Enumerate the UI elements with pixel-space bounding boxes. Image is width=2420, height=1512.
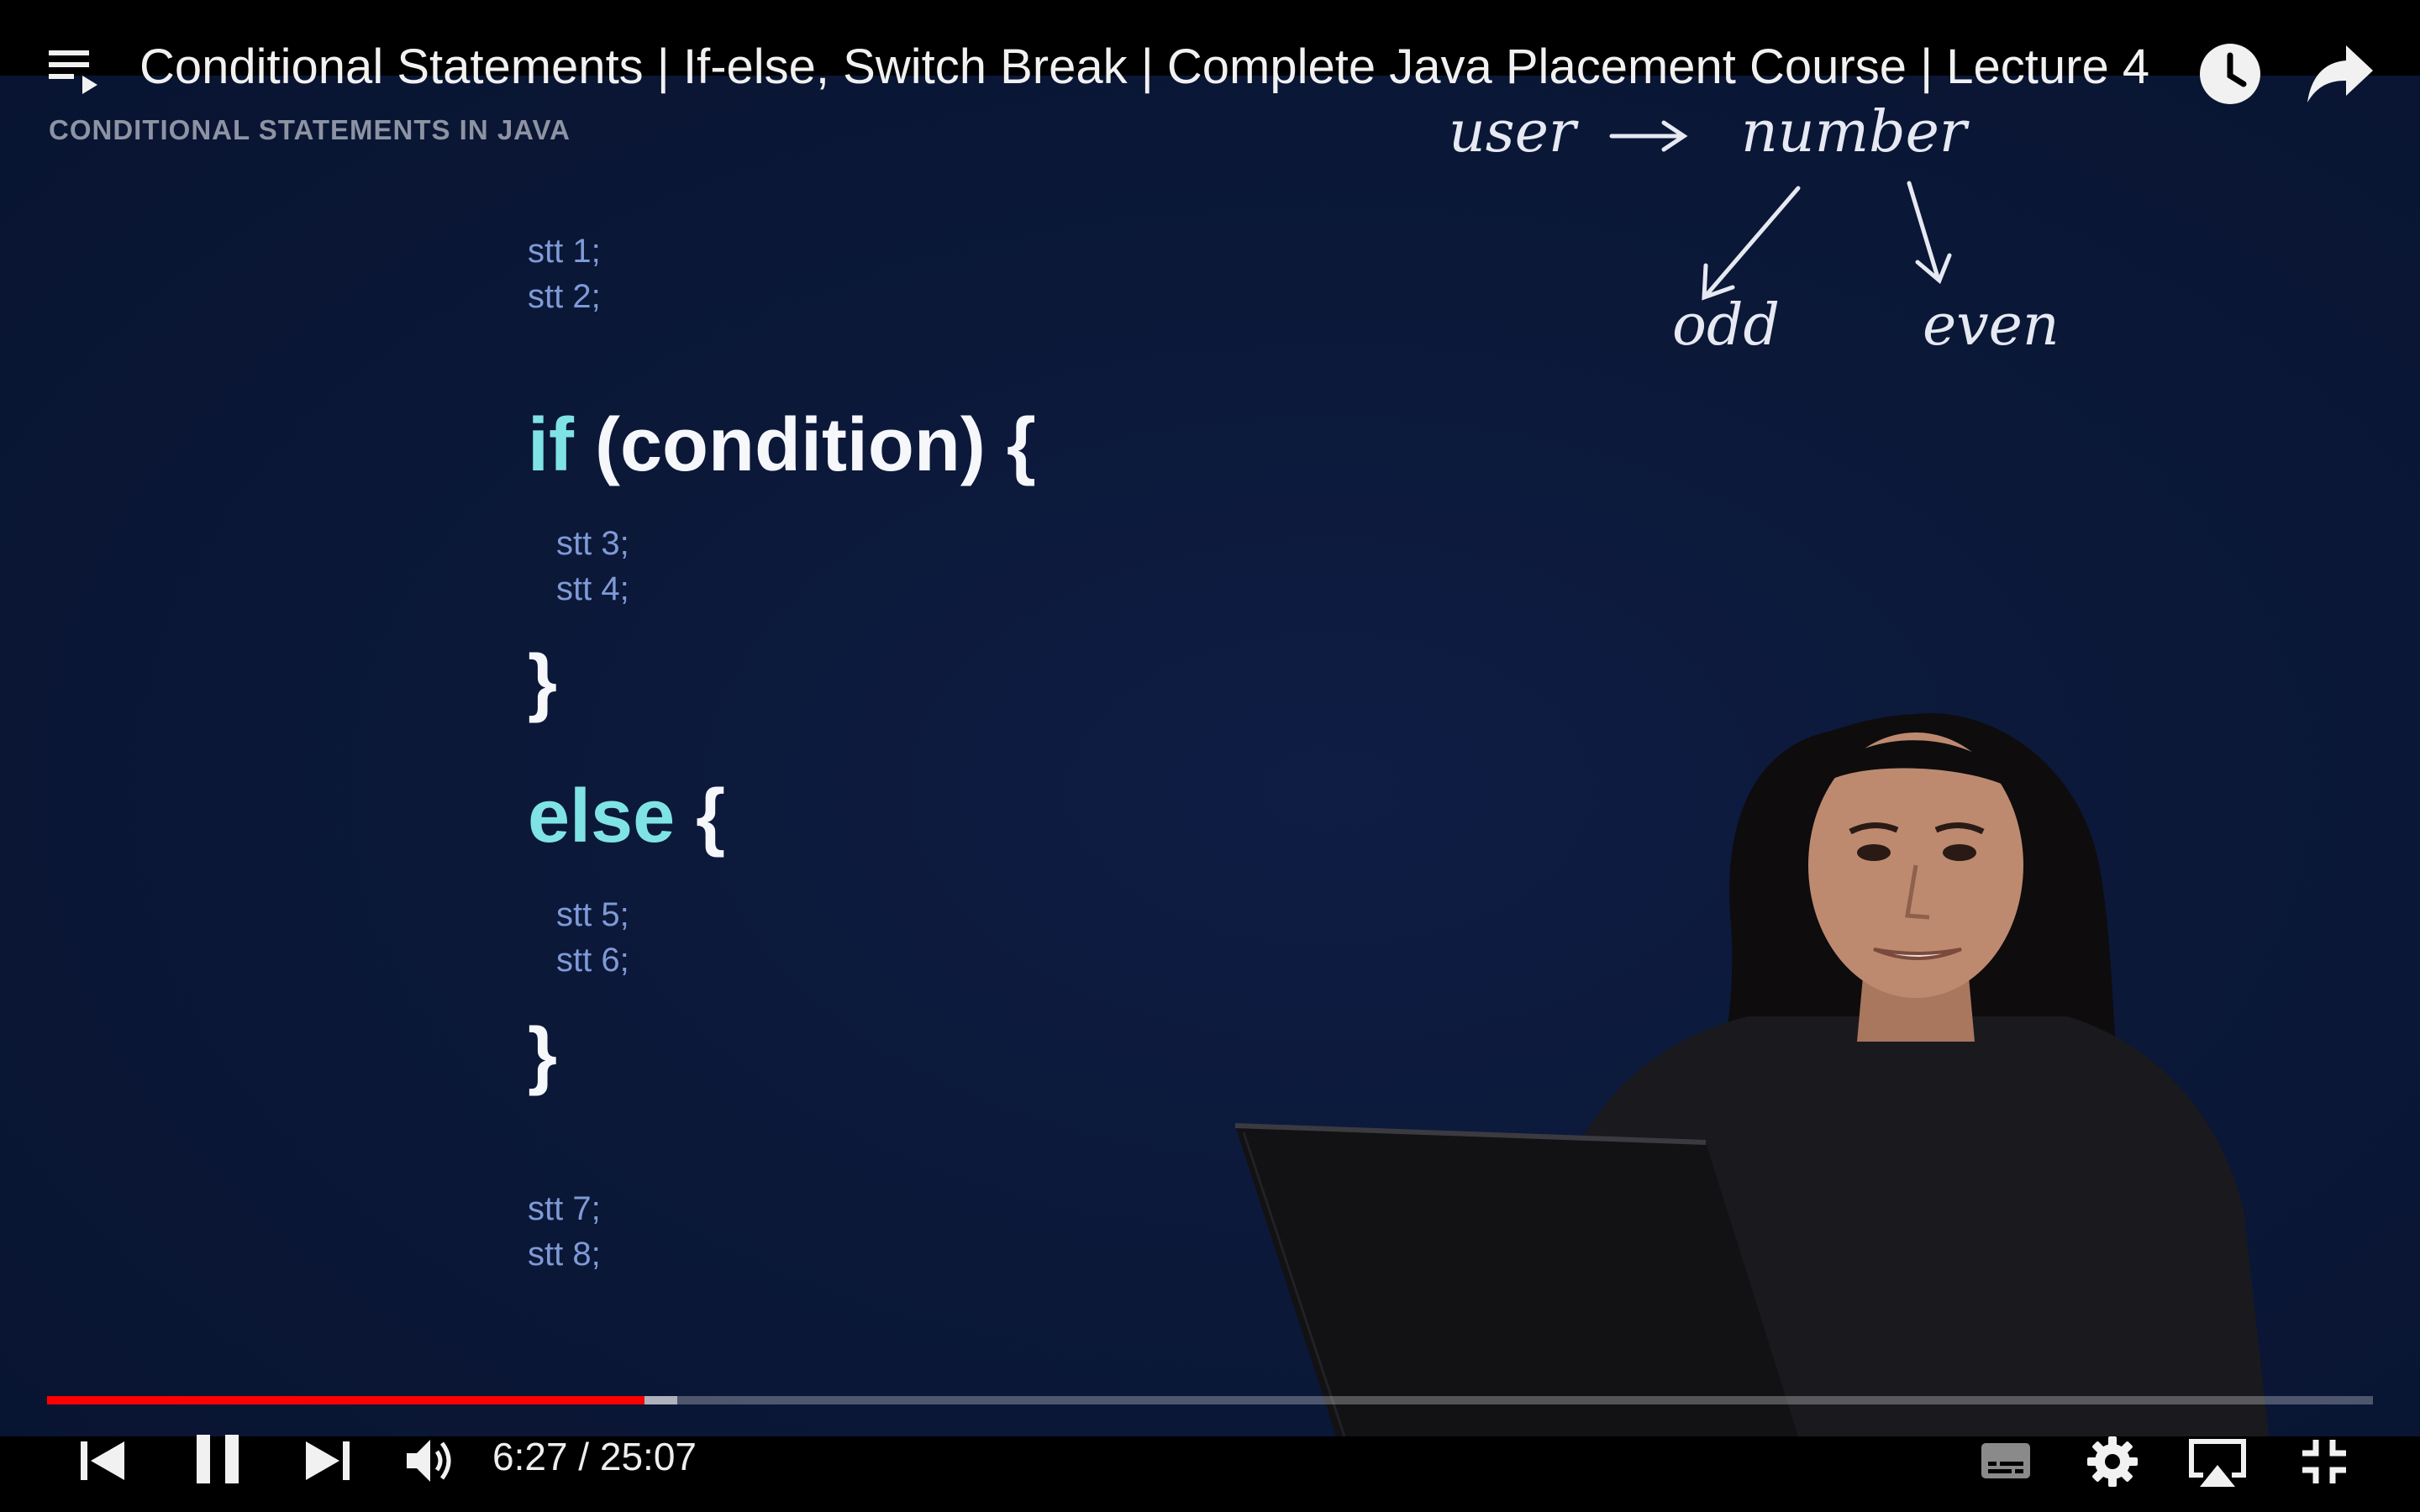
else-closing-brace: } [528, 1013, 558, 1097]
if-closing-brace: } [528, 640, 558, 724]
if-keyword: if [528, 403, 574, 487]
if-condition: (condition) { [573, 403, 1036, 487]
code-line-stt3: stt 3; [556, 525, 629, 562]
volume-icon[interactable] [405, 1438, 455, 1483]
skip-next-icon[interactable] [304, 1440, 351, 1482]
subtitles-icon[interactable] [1980, 1441, 2032, 1480]
code-line-stt4: stt 4; [556, 570, 629, 607]
progress-played [47, 1396, 645, 1404]
code-line-stt5: stt 5; [556, 896, 629, 933]
airplay-icon[interactable] [2188, 1438, 2247, 1488]
time-display: 6:27 / 25:07 [492, 1435, 697, 1478]
skip-previous-icon[interactable] [79, 1440, 126, 1482]
code-else-line: else { [528, 774, 725, 858]
title-bar: Conditional Statements | If-else, Switch… [0, 0, 2420, 134]
code-line-stt2: stt 2; [528, 278, 601, 315]
share-arrow-icon[interactable] [2307, 42, 2375, 106]
code-if-line: if (condition) { [528, 403, 1036, 487]
presenter-image [1234, 713, 2269, 1436]
gear-icon[interactable] [2087, 1436, 2138, 1487]
hand-arrow-even [1907, 181, 1952, 285]
video-frame[interactable]: CONDITIONAL STATEMENTS IN JAVA stt 1; st… [0, 0, 2420, 1436]
playlist-icon[interactable] [49, 47, 101, 94]
code-line-stt6: stt 6; [556, 942, 629, 979]
code-line-stt8: stt 8; [528, 1236, 601, 1273]
code-line-stt1: stt 1; [528, 233, 601, 270]
progress-bar[interactable] [47, 1396, 2373, 1404]
video-title[interactable]: Conditional Statements | If-else, Switch… [139, 37, 2173, 97]
exit-fullscreen-icon[interactable] [2301, 1438, 2348, 1485]
handwritten-annotation: user number odd even [1449, 101, 2060, 359]
else-keyword: else [528, 774, 676, 858]
hand-arrow-odd [1702, 186, 1801, 301]
hand-even: even [1923, 292, 2060, 359]
clock-icon[interactable] [2196, 40, 2264, 108]
else-brace: { [675, 774, 726, 858]
video-player[interactable]: CONDITIONAL STATEMENTS IN JAVA stt 1; st… [0, 0, 2420, 1512]
hand-odd: odd [1672, 292, 1780, 359]
player-controls [0, 1436, 2420, 1512]
pause-icon[interactable] [195, 1433, 240, 1485]
code-line-stt7: stt 7; [528, 1190, 601, 1227]
